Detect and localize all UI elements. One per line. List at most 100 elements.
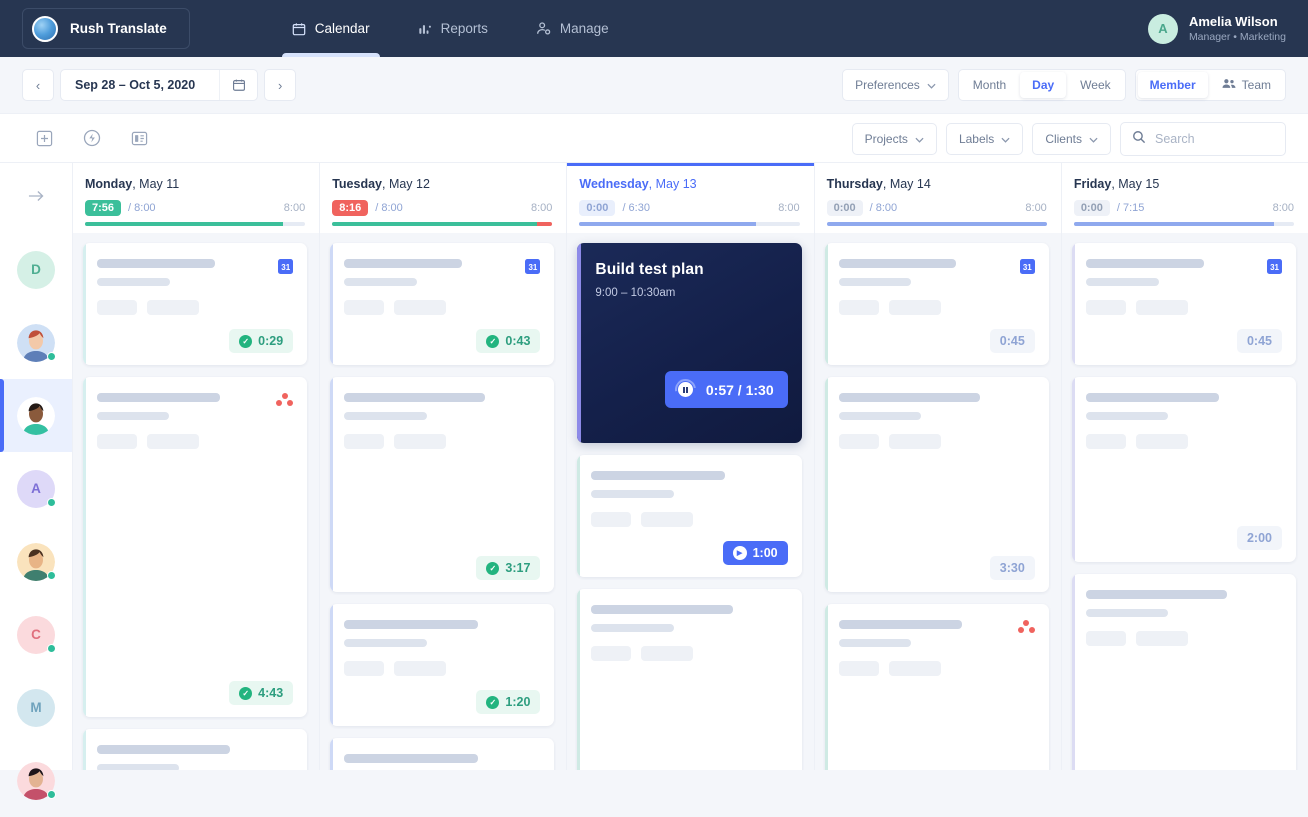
scope-team[interactable]: Team: [1210, 72, 1283, 98]
view-month[interactable]: Month: [961, 72, 1018, 98]
timesheet-grid-icon[interactable]: [131, 130, 148, 147]
day-header[interactable]: Wednesday, May 130:00/ 6:308:00: [567, 163, 813, 233]
active-time-entry-card[interactable]: Build test plan9:00 – 10:30am0:57 / 1:30: [577, 243, 801, 443]
timer-running-control[interactable]: 0:57 / 1:30: [665, 371, 788, 408]
sidebar-member-6[interactable]: M: [0, 671, 72, 744]
filter-clients[interactable]: Clients: [1032, 123, 1111, 155]
card-footer: ✓4:43: [97, 681, 293, 705]
duration-pill[interactable]: 0:45: [990, 329, 1035, 353]
duration-pill-completed[interactable]: ✓0:43: [476, 329, 540, 353]
label-dots-icon: [276, 393, 293, 408]
date-toolbar: ‹ Sep 28 – Oct 5, 2020 › Preferences Mon…: [0, 57, 1308, 113]
duration-pill[interactable]: 2:00: [1237, 526, 1282, 550]
time-entry-card[interactable]: [83, 729, 307, 770]
day-totals: 0:00/ 8:008:00: [827, 199, 1047, 216]
duration-pill[interactable]: 0:45: [1237, 329, 1282, 353]
skeleton-line: [839, 259, 957, 268]
label-dots-icon: [1018, 620, 1035, 635]
time-entry-card[interactable]: ✓1:20: [330, 604, 554, 726]
view-week[interactable]: Week: [1068, 72, 1122, 98]
add-box-icon[interactable]: [36, 130, 53, 147]
time-entry-card[interactable]: 0:45: [825, 604, 1049, 770]
nav-item-calendar[interactable]: Calendar: [268, 0, 394, 57]
skeleton-line: [839, 393, 980, 402]
sidebar-member-5[interactable]: C: [0, 598, 72, 671]
sidebar-member-4[interactable]: [0, 525, 72, 598]
scope-switch: Member Team: [1135, 69, 1286, 101]
card-title-placeholder: [839, 393, 1035, 420]
expand-people-button[interactable]: [0, 163, 72, 233]
skeleton-line: [97, 259, 215, 268]
day-header[interactable]: Thursday, May 140:00/ 8:008:00: [815, 163, 1061, 233]
timer-value: 0:29: [258, 334, 283, 348]
card-meta-placeholder: [839, 300, 1035, 315]
search-box[interactable]: [1120, 122, 1286, 156]
brand-logo-button[interactable]: Rush Translate: [22, 8, 190, 49]
time-entry-card[interactable]: 2:00: [1072, 574, 1296, 770]
card-title-placeholder: [591, 605, 787, 632]
time-entry-card[interactable]: [577, 589, 801, 770]
sidebar-member-2[interactable]: [0, 379, 72, 452]
max-hours: 8:00: [531, 202, 552, 214]
card-header: [97, 745, 293, 770]
skeleton-line: [839, 639, 911, 647]
skeleton-line: [1086, 412, 1168, 420]
user-name: Amelia Wilson: [1189, 14, 1286, 30]
bolt-circle-icon[interactable]: [83, 129, 101, 147]
time-entry-card[interactable]: 310:45: [1072, 243, 1296, 365]
logged-time-chip: 0:00: [579, 200, 615, 216]
duration-pill-completed[interactable]: ✓3:17: [476, 556, 540, 580]
day-events-list[interactable]: 31✓0:43✓3:17✓1:20: [320, 233, 566, 770]
day-events-list[interactable]: Build test plan9:00 – 10:30am0:57 / 1:30…: [567, 233, 813, 770]
day-events-list[interactable]: 310:45 3:30 0:45: [815, 233, 1061, 770]
timer-running-pill[interactable]: ▶1:00: [723, 541, 788, 565]
avatar: [17, 543, 55, 581]
pause-icon[interactable]: [675, 379, 696, 400]
duration-pill-completed[interactable]: ✓4:43: [229, 681, 293, 705]
duration-pill-completed[interactable]: ✓0:29: [229, 329, 293, 353]
card-meta-placeholder: [344, 661, 540, 676]
date-range-selector[interactable]: Sep 28 – Oct 5, 2020: [60, 69, 258, 101]
duration-pill-completed[interactable]: ✓1:20: [476, 690, 540, 714]
check-icon: ✓: [486, 696, 499, 709]
duration-pill[interactable]: 3:30: [990, 556, 1035, 580]
nav-item-reports[interactable]: Reports: [394, 0, 512, 57]
time-entry-card[interactable]: ▶1:00: [577, 455, 801, 577]
bar-chart-icon: [418, 22, 432, 36]
time-entry-card[interactable]: 3:30: [825, 377, 1049, 592]
view-day[interactable]: Day: [1020, 72, 1066, 98]
search-input[interactable]: [1155, 132, 1274, 146]
previous-period-button[interactable]: ‹: [22, 69, 54, 101]
day-column-thursday: Thursday, May 140:00/ 8:008:00 310:45 3:30…: [815, 163, 1062, 770]
filter-projects[interactable]: Projects: [852, 123, 937, 155]
sidebar-member-3[interactable]: A: [0, 452, 72, 525]
time-entry-card[interactable]: ✓3:17: [330, 377, 554, 592]
nav-item-manage[interactable]: Manage: [512, 0, 633, 57]
day-events-list[interactable]: 310:45 2:00 2:00: [1062, 233, 1308, 770]
filter-labels[interactable]: Labels: [946, 123, 1023, 155]
skeleton-chip: [591, 512, 631, 527]
sidebar-member-0[interactable]: D: [0, 233, 72, 306]
time-entry-card[interactable]: 2:00: [1072, 377, 1296, 562]
sidebar-member-1[interactable]: [0, 306, 72, 379]
user-menu[interactable]: A Amelia Wilson Manager • Marketing: [1148, 0, 1286, 57]
day-events-list[interactable]: 31✓0:29 ✓4:43: [73, 233, 319, 770]
sidebar-member-7[interactable]: [0, 744, 72, 817]
scope-member[interactable]: Member: [1138, 72, 1208, 98]
time-entry-card[interactable]: ✓4:43: [83, 377, 307, 717]
time-entry-card[interactable]: [330, 738, 554, 770]
skeleton-chip: [394, 434, 446, 449]
skeleton-chip: [394, 661, 446, 676]
calendar-icon[interactable]: [219, 70, 257, 100]
day-header[interactable]: Tuesday, May 128:16/ 8:008:00: [320, 163, 566, 233]
timer-value: 3:17: [505, 561, 530, 575]
goal-time: / 8:00: [870, 202, 898, 214]
time-entry-card[interactable]: 31✓0:43: [330, 243, 554, 365]
date-navigation: ‹ Sep 28 – Oct 5, 2020 ›: [22, 69, 296, 101]
day-header[interactable]: Friday, May 150:00/ 7:158:00: [1062, 163, 1308, 233]
time-entry-card[interactable]: 31✓0:29: [83, 243, 307, 365]
preferences-button[interactable]: Preferences: [842, 69, 949, 101]
time-entry-card[interactable]: 310:45: [825, 243, 1049, 365]
day-header[interactable]: Monday, May 117:56/ 8:008:00: [73, 163, 319, 233]
next-period-button[interactable]: ›: [264, 69, 296, 101]
